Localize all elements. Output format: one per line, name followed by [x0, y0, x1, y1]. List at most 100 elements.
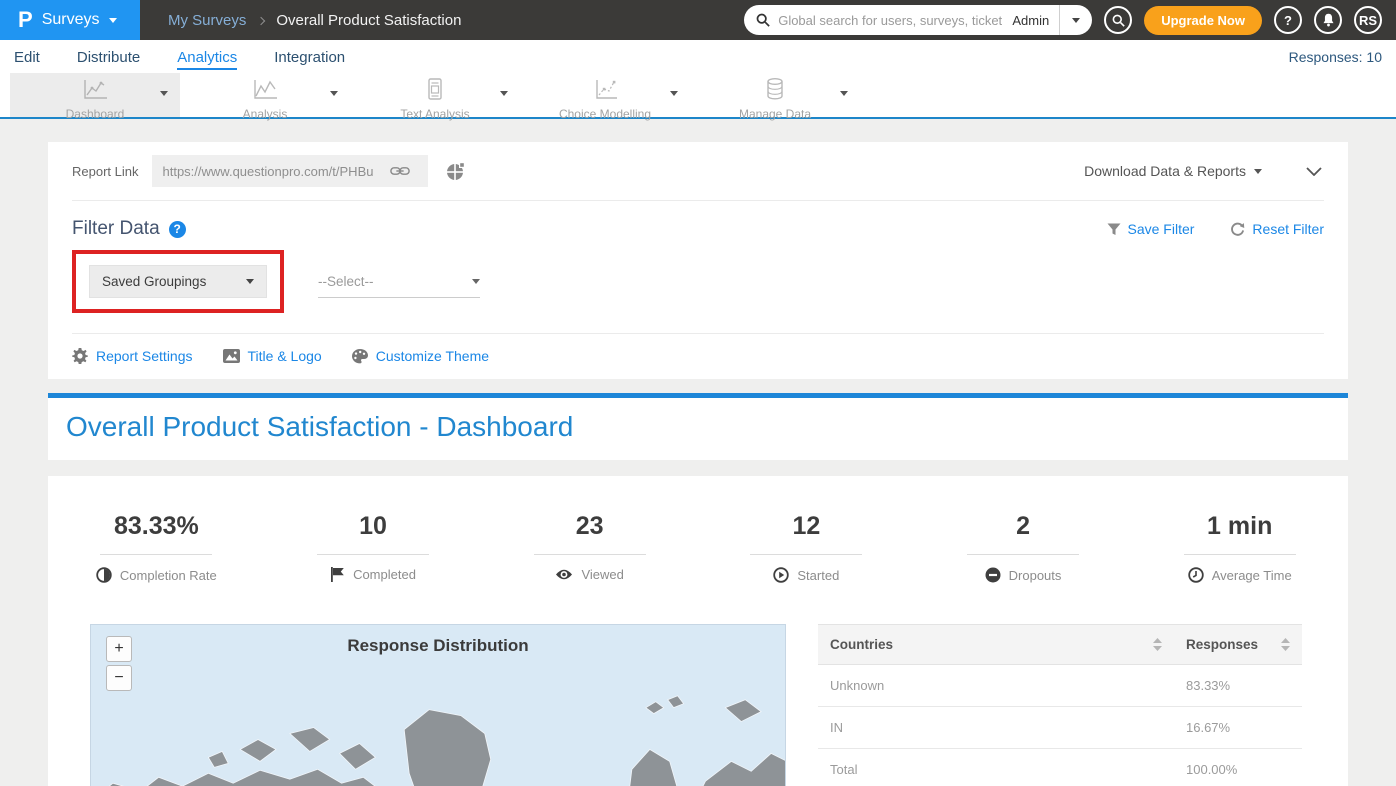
minus-circle-icon	[985, 567, 1001, 583]
stat-started: 12 Started	[698, 512, 915, 583]
topbar-actions: Admin Upgrade Now ? RS	[744, 5, 1396, 35]
countries-header: Countries	[818, 625, 1174, 665]
reset-icon	[1230, 222, 1245, 237]
funnel-icon	[1107, 223, 1121, 236]
dashboard-body-panel: 83.33% Completion Rate 10	[48, 476, 1348, 786]
breadcrumb: My Surveys Overall Product Satisfaction	[168, 12, 461, 29]
search-scope-dropdown[interactable]	[1060, 5, 1092, 35]
sort-icon[interactable]	[1273, 638, 1290, 651]
toolbar-choice-modelling[interactable]: Choice Modelling	[520, 73, 690, 117]
chevron-down-icon	[1254, 169, 1262, 174]
segment-select-dropdown[interactable]: --Select--	[318, 265, 480, 298]
map-title: Response Distribution	[91, 636, 785, 656]
stats-row: 83.33% Completion Rate 10	[48, 512, 1348, 583]
chevron-down-icon[interactable]	[670, 91, 678, 96]
database-icon	[758, 77, 792, 101]
reset-filter-button[interactable]: Reset Filter	[1230, 221, 1324, 237]
chevron-down-icon	[1306, 167, 1322, 176]
analytics-toolbar: Dashboard Analysis Text Analysis Choice …	[0, 73, 1396, 119]
flag-icon	[330, 567, 345, 582]
link-icon[interactable]	[390, 165, 410, 177]
completion-rate-icon	[96, 567, 112, 583]
help-button[interactable]: ?	[1274, 6, 1302, 34]
search-scope-label: Admin	[1002, 13, 1059, 28]
play-circle-icon	[773, 567, 789, 583]
search-icon	[1112, 14, 1125, 27]
eye-icon	[555, 568, 573, 581]
embed-globe-icon	[446, 161, 466, 181]
chevron-down-icon	[109, 18, 117, 23]
download-data-reports-dropdown[interactable]: Download Data & Reports	[1084, 163, 1262, 179]
save-filter-button[interactable]: Save Filter	[1107, 221, 1195, 237]
gear-icon	[72, 348, 88, 364]
analysis-chart-icon	[248, 77, 282, 101]
responses-count: Responses: 10	[1289, 49, 1382, 65]
dashboard-title-panel: Overall Product Satisfaction - Dashboard	[48, 398, 1348, 460]
search-button[interactable]	[1104, 6, 1132, 34]
filter-data-title: Filter Data	[72, 218, 160, 240]
chevron-down-icon[interactable]	[500, 91, 508, 96]
stat-viewed: 23 Viewed	[481, 512, 698, 583]
clock-icon	[1188, 567, 1204, 583]
table-row: Unknown 83.33%	[818, 665, 1302, 707]
product-name: Surveys	[42, 11, 100, 29]
global-search-bar[interactable]: Admin	[744, 5, 1092, 35]
chevron-down-icon[interactable]	[160, 91, 168, 96]
chevron-down-icon	[246, 279, 254, 284]
report-link-label: Report Link	[72, 164, 138, 179]
user-avatar[interactable]: RS	[1354, 6, 1382, 34]
bell-icon	[1322, 13, 1335, 27]
embed-report-button[interactable]	[446, 161, 466, 181]
report-settings-link[interactable]: Report Settings	[72, 348, 193, 364]
toolbar-analysis[interactable]: Analysis	[180, 73, 350, 117]
filter-help-icon[interactable]: ?	[169, 221, 186, 238]
stat-completion-rate: 83.33% Completion Rate	[48, 512, 265, 583]
breadcrumb-current-survey: Overall Product Satisfaction	[276, 12, 461, 29]
image-icon	[223, 349, 240, 363]
response-distribution-map[interactable]: Response Distribution + −	[90, 624, 786, 786]
table-row: IN 16.67%	[818, 707, 1302, 749]
countries-table: Countries	[818, 624, 1302, 786]
report-url-input[interactable]	[162, 164, 390, 179]
tab-analytics[interactable]: Analytics	[177, 43, 237, 70]
collapse-panel-button[interactable]	[1306, 167, 1322, 176]
breadcrumb-my-surveys[interactable]: My Surveys	[168, 12, 246, 29]
chevron-down-icon	[472, 279, 480, 284]
title-logo-link[interactable]: Title & Logo	[223, 348, 322, 364]
report-filter-panel: Report Link Download Dat	[48, 142, 1348, 379]
toolbar-dashboard[interactable]: Dashboard	[10, 73, 180, 117]
global-search-input[interactable]	[778, 13, 1002, 28]
responses-header: Responses	[1174, 625, 1302, 665]
line-chart-icon	[78, 77, 112, 101]
stat-dropouts: 2 Dropouts	[915, 512, 1132, 583]
top-bar: P Surveys My Surveys Overall Product Sat…	[0, 0, 1396, 40]
map-zoom-in-button[interactable]: +	[106, 636, 132, 662]
annotation-highlight-box: Saved Groupings	[72, 250, 284, 313]
search-icon	[756, 13, 770, 27]
page-title: Overall Product Satisfaction - Dashboard	[66, 411, 1330, 443]
countries-table-panel: Countries	[818, 624, 1302, 786]
toolbar-manage-data[interactable]: Manage Data	[690, 73, 860, 117]
stat-completed: 10 Completed	[265, 512, 482, 583]
notifications-button[interactable]	[1314, 6, 1342, 34]
world-map[interactable]	[91, 673, 786, 786]
upgrade-now-button[interactable]: Upgrade Now	[1144, 6, 1262, 35]
chevron-down-icon[interactable]	[330, 91, 338, 96]
tab-distribute[interactable]: Distribute	[77, 43, 140, 70]
chevron-down-icon[interactable]	[840, 91, 848, 96]
customize-theme-link[interactable]: Customize Theme	[352, 348, 489, 364]
chevron-right-icon	[257, 16, 265, 24]
palette-icon	[352, 349, 368, 364]
report-link-field[interactable]	[152, 155, 428, 187]
tab-edit[interactable]: Edit	[14, 43, 40, 70]
sort-icon[interactable]	[1145, 638, 1162, 651]
choice-chart-icon	[588, 77, 622, 101]
surveys-product-menu[interactable]: P Surveys	[0, 0, 140, 40]
toolbar-text-analysis[interactable]: Text Analysis	[350, 73, 520, 117]
questionpro-logo: P	[18, 7, 32, 33]
tab-integration[interactable]: Integration	[274, 43, 345, 70]
text-document-icon	[418, 77, 452, 101]
saved-groupings-dropdown[interactable]: Saved Groupings	[89, 265, 267, 298]
survey-nav: Edit Distribute Analytics Integration Re…	[0, 40, 1396, 73]
table-row: Total 100.00%	[818, 749, 1302, 786]
